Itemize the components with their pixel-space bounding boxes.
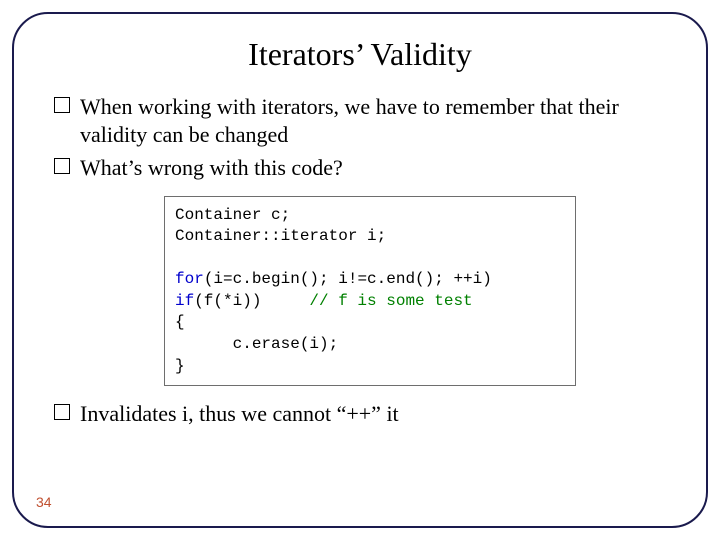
code-comment: // f is some test xyxy=(309,292,472,310)
code-line: Container c; xyxy=(175,206,290,224)
bullet-item: Invalidates i, thus we cannot “++” it xyxy=(54,400,666,428)
page-number: 34 xyxy=(36,494,52,510)
bullet-list-after: Invalidates i, thus we cannot “++” it xyxy=(54,400,666,428)
slide-frame: Iterators’ Validity When working with it… xyxy=(12,12,708,528)
code-keyword: for xyxy=(175,270,204,288)
checkbox-icon xyxy=(54,404,70,420)
code-line: Container::iterator i; xyxy=(175,227,386,245)
code-line: } xyxy=(175,357,185,375)
bullet-text: Invalidates i, thus we cannot “++” it xyxy=(80,401,399,426)
bullet-item: When working with iterators, we have to … xyxy=(54,93,666,148)
code-line: c.erase(i); xyxy=(175,335,338,353)
code-line: { xyxy=(175,313,185,331)
checkbox-icon xyxy=(54,97,70,113)
code-keyword: if xyxy=(175,292,194,310)
code-text: (i=c.begin(); i!=c.end(); ++i) xyxy=(204,270,492,288)
bullet-text: When working with iterators, we have to … xyxy=(80,94,619,147)
bullet-list: When working with iterators, we have to … xyxy=(54,93,666,182)
slide-title: Iterators’ Validity xyxy=(54,36,666,73)
code-block: Container c; Container::iterator i; for(… xyxy=(164,196,576,387)
bullet-item: What’s wrong with this code? xyxy=(54,154,666,182)
code-text: (f(*i)) xyxy=(194,292,309,310)
bullet-text: What’s wrong with this code? xyxy=(80,155,343,180)
checkbox-icon xyxy=(54,158,70,174)
